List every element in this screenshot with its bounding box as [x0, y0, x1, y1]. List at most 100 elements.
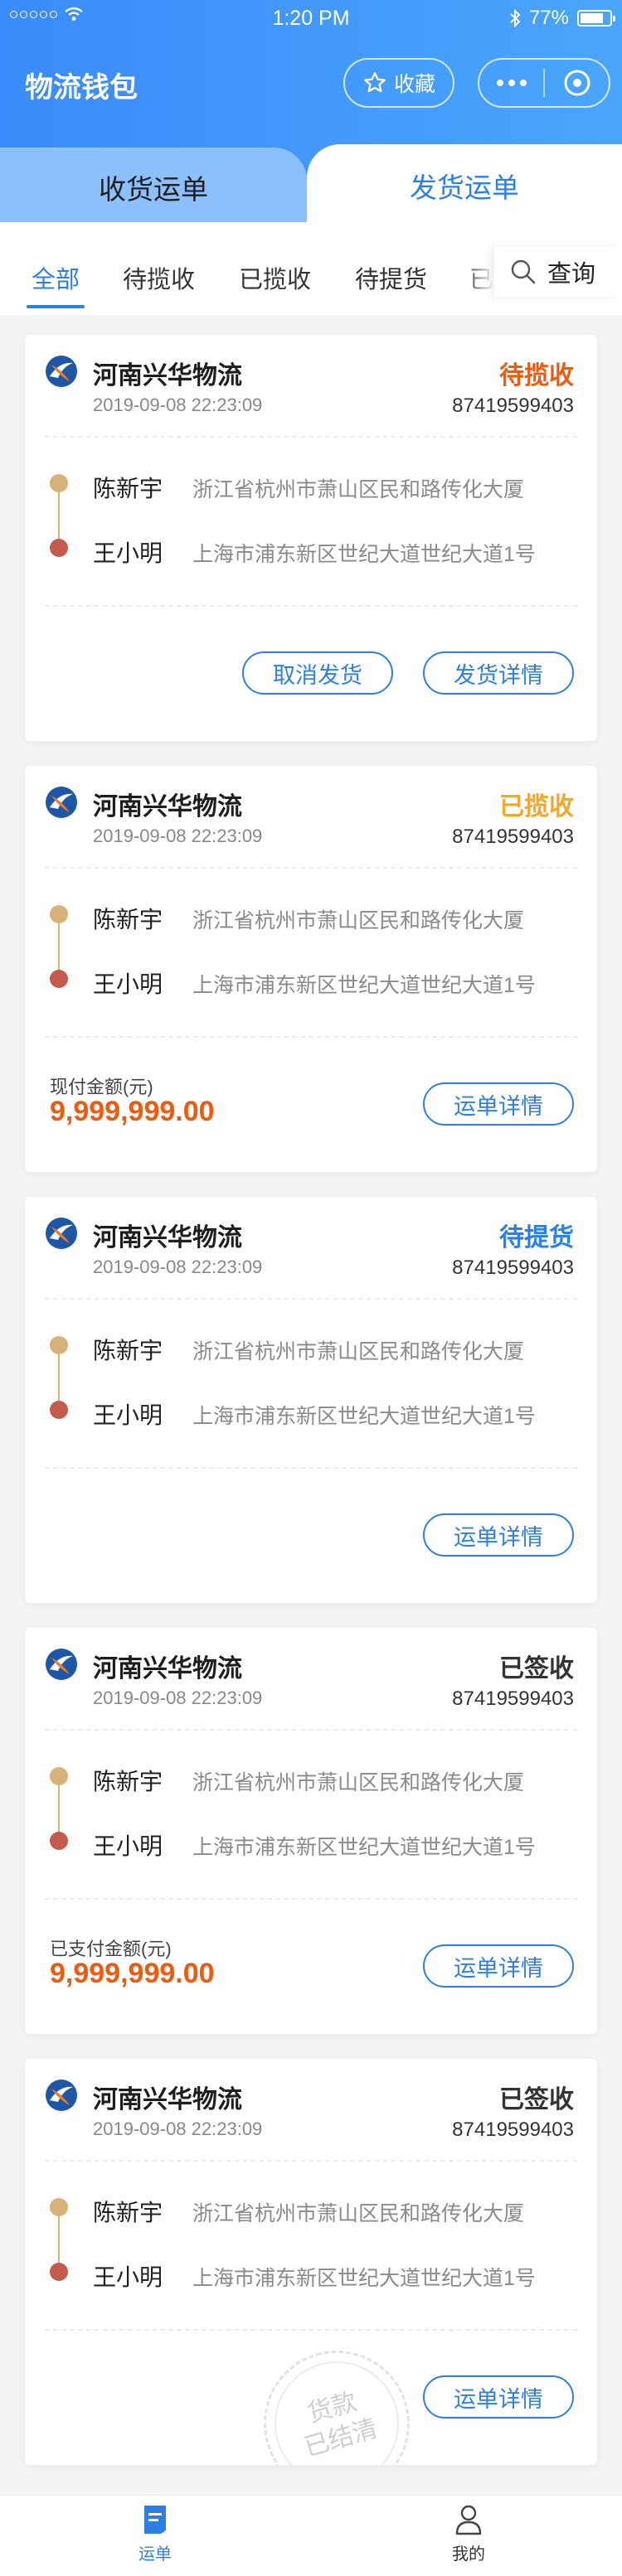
order-time: 2019-09-08 22:23:09	[93, 2118, 263, 2139]
more-icon[interactable]	[479, 80, 543, 86]
sender-name: 陈新宇	[93, 476, 163, 501]
company-logo-icon	[46, 787, 77, 818]
sender-name: 陈新宇	[93, 1338, 163, 1363]
filter-bar: 全部 待揽收 已揽收 待提货 已 查询	[0, 222, 622, 315]
receiver-address: 上海市浦东新区世纪大道世纪大道1号	[192, 974, 536, 997]
close-icon[interactable]	[545, 68, 609, 98]
search-icon	[511, 259, 536, 284]
sender-name: 陈新宇	[93, 2200, 163, 2225]
divider	[45, 867, 577, 869]
company-name: 河南兴华物流	[93, 362, 242, 390]
receiver-name: 王小明	[93, 971, 163, 997]
miniapp-capsule	[478, 58, 610, 108]
sender-address: 浙江省杭州市萧山区民和路传化大厦	[192, 2202, 525, 2225]
filter-picked-up[interactable]: 已揽收	[239, 260, 311, 295]
user-icon	[455, 2505, 482, 2535]
divider	[45, 1729, 577, 1731]
divider	[45, 1898, 577, 1900]
order-detail-button[interactable]: 运单详情	[423, 2375, 574, 2419]
order-time: 2019-09-08 22:23:09	[93, 1257, 263, 1277]
tracking-number: 87419599403	[452, 1687, 574, 1710]
destination-dot-icon	[50, 2263, 68, 2281]
divider	[45, 605, 577, 607]
tab-orders-label: 运单	[138, 2545, 172, 2564]
status-right: 77%	[509, 7, 615, 30]
destination-dot-icon	[50, 539, 68, 557]
origin-dot-icon	[50, 905, 68, 923]
destination-dot-icon	[50, 970, 68, 988]
tab-send-label: 发货运单	[410, 172, 519, 203]
tab-mine-label: 我的	[452, 2545, 485, 2564]
tab-receive-label: 收货运单	[99, 174, 208, 205]
order-card[interactable]: 河南兴华物流 2019-09-08 22:23:09 待揽收 874195994…	[25, 335, 597, 741]
sender-address: 浙江省杭州市萧山区民和路传化大厦	[192, 909, 525, 932]
company-logo-icon	[46, 1649, 77, 1680]
receiver-address: 上海市浦东新区世纪大道世纪大道1号	[192, 1836, 536, 1859]
receiver-name: 王小明	[93, 2264, 163, 2290]
tab-mine[interactable]: 我的	[406, 2504, 531, 2564]
divider	[45, 436, 577, 438]
page-title: 物流钱包	[25, 72, 138, 104]
filter-pending-pickup[interactable]: 待揽收	[123, 260, 195, 295]
route-line	[58, 2208, 60, 2268]
tracking-number: 87419599403	[452, 1257, 574, 1279]
battery-icon	[577, 10, 615, 27]
status-badge: 待揽收	[499, 362, 574, 390]
divider	[45, 2329, 577, 2331]
order-card[interactable]: 河南兴华物流 2019-09-08 22:23:09 已签收 874195994…	[25, 2059, 597, 2465]
waybill-icon	[144, 2506, 166, 2534]
order-card[interactable]: 河南兴华物流 2019-09-08 22:23:09 已揽收 874195994…	[25, 766, 597, 1172]
query-button[interactable]: 查询	[494, 247, 622, 297]
tracking-number: 87419599403	[452, 2118, 574, 2141]
route-line	[58, 1346, 60, 1406]
favorite-label: 收藏	[393, 73, 435, 96]
tab-orders[interactable]: 运单	[93, 2504, 217, 2564]
divider	[45, 1298, 577, 1300]
company-name: 河南兴华物流	[93, 1224, 242, 1252]
status-bar: 1:20 PM 77%	[0, 0, 622, 36]
company-logo-icon	[46, 356, 77, 387]
order-time: 2019-09-08 22:23:09	[93, 1687, 263, 1708]
scroll-fade	[464, 249, 494, 295]
status-badge: 已揽收	[499, 793, 574, 821]
origin-dot-icon	[50, 1336, 68, 1354]
order-time: 2019-09-08 22:23:09	[93, 826, 263, 846]
tab-send[interactable]: 发货运单	[307, 144, 622, 224]
divider	[45, 1036, 577, 1038]
route-line	[58, 484, 60, 544]
divider	[45, 1467, 577, 1469]
status-badge: 待提货	[499, 1224, 574, 1252]
tab-receive[interactable]: 收货运单	[0, 148, 307, 222]
payment-settled-stamp: 货款 已结清	[246, 2333, 427, 2465]
amount-value: 9,999,999.00	[50, 1096, 215, 1127]
order-detail-button[interactable]: 运单详情	[423, 1082, 574, 1126]
company-name: 河南兴华物流	[93, 1655, 242, 1683]
receiver-name: 王小明	[93, 1402, 163, 1428]
tracking-number: 87419599403	[452, 826, 574, 848]
favorite-button[interactable]: 收藏	[343, 58, 454, 108]
shipment-detail-button[interactable]: 发货详情	[423, 651, 574, 695]
order-card[interactable]: 河南兴华物流 2019-09-08 22:23:09 已签收 874195994…	[25, 1628, 597, 2034]
company-name: 河南兴华物流	[93, 793, 242, 821]
filter-all[interactable]: 全部	[32, 260, 80, 295]
route-line	[58, 915, 60, 975]
status-badge: 已签收	[499, 2086, 574, 2114]
origin-dot-icon	[50, 474, 68, 492]
divider	[45, 2160, 577, 2162]
amount-value: 9,999,999.00	[50, 1958, 215, 1989]
receiver-name: 王小明	[93, 1833, 163, 1859]
order-card[interactable]: 河南兴华物流 2019-09-08 22:23:09 待提货 874195994…	[25, 1197, 597, 1603]
query-label: 查询	[547, 261, 596, 288]
bottom-tab-bar: 运单 我的	[0, 2495, 622, 2576]
filter-await-collection[interactable]: 待提货	[355, 260, 427, 295]
sender-name: 陈新宇	[93, 907, 163, 932]
order-detail-button[interactable]: 运单详情	[423, 1513, 574, 1557]
company-logo-icon	[46, 1218, 77, 1249]
order-detail-button[interactable]: 运单详情	[423, 1944, 574, 1988]
tracking-number: 87419599403	[452, 395, 574, 417]
receiver-address: 上海市浦东新区世纪大道世纪大道1号	[192, 2267, 536, 2290]
company-logo-icon	[46, 2080, 77, 2111]
route-line	[58, 1777, 60, 1837]
battery-percent: 77%	[528, 7, 569, 29]
cancel-shipment-button[interactable]: 取消发货	[242, 651, 393, 695]
